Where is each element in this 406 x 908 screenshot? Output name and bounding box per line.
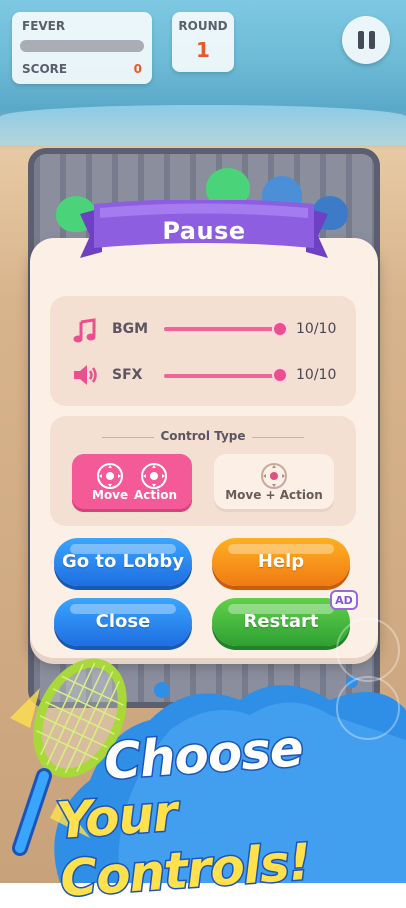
action-button-icon	[141, 463, 167, 489]
sea-wave	[0, 105, 406, 145]
sfx-value: 10/10	[296, 367, 337, 383]
move-label: Move	[92, 488, 129, 502]
bgm-value: 10/10	[296, 321, 337, 337]
virtual-button-ring	[336, 676, 400, 740]
pause-title: Pause	[162, 217, 246, 245]
control-type-title: Control Type	[160, 429, 246, 443]
bgm-slider-track[interactable]	[164, 327, 280, 331]
action-label: Action	[134, 488, 178, 502]
score-value: 0	[133, 62, 142, 76]
joystick-icon	[97, 463, 123, 489]
help-button[interactable]: Help	[212, 538, 350, 586]
promo-line-2: Your Controls!	[53, 782, 314, 908]
control-option-separate[interactable]: Move Action	[72, 454, 192, 512]
virtual-joystick-ring	[336, 618, 400, 682]
fever-label: FEVER	[22, 19, 66, 33]
bgm-slider-knob[interactable]	[272, 321, 288, 337]
round-label: ROUND	[178, 19, 228, 33]
pause-icon	[358, 31, 364, 49]
sfx-label: SFX	[112, 367, 143, 383]
sfx-slider-knob[interactable]	[272, 367, 288, 383]
joystick-icon	[261, 463, 287, 489]
close-button[interactable]: Close	[54, 598, 192, 646]
sfx-slider-track[interactable]	[164, 374, 280, 378]
pause-icon-bar	[369, 31, 375, 49]
fever-bar	[20, 40, 144, 52]
sound-settings-panel	[50, 296, 356, 406]
move-action-label: Move + Action	[225, 488, 323, 502]
control-option-combined[interactable]: Move + Action	[214, 454, 334, 512]
score-label: SCORE	[22, 62, 68, 76]
ad-badge: AD	[330, 590, 358, 610]
bgm-label: BGM	[112, 321, 149, 337]
music-note-icon	[73, 318, 96, 343]
round-panel: ROUND 1	[172, 12, 234, 72]
go-to-lobby-button[interactable]: Go to Lobby	[54, 538, 192, 586]
pause-button[interactable]	[342, 16, 390, 64]
round-value: 1	[196, 38, 210, 62]
speaker-icon	[74, 365, 97, 385]
fever-score-panel: FEVER SCORE 0	[12, 12, 152, 84]
